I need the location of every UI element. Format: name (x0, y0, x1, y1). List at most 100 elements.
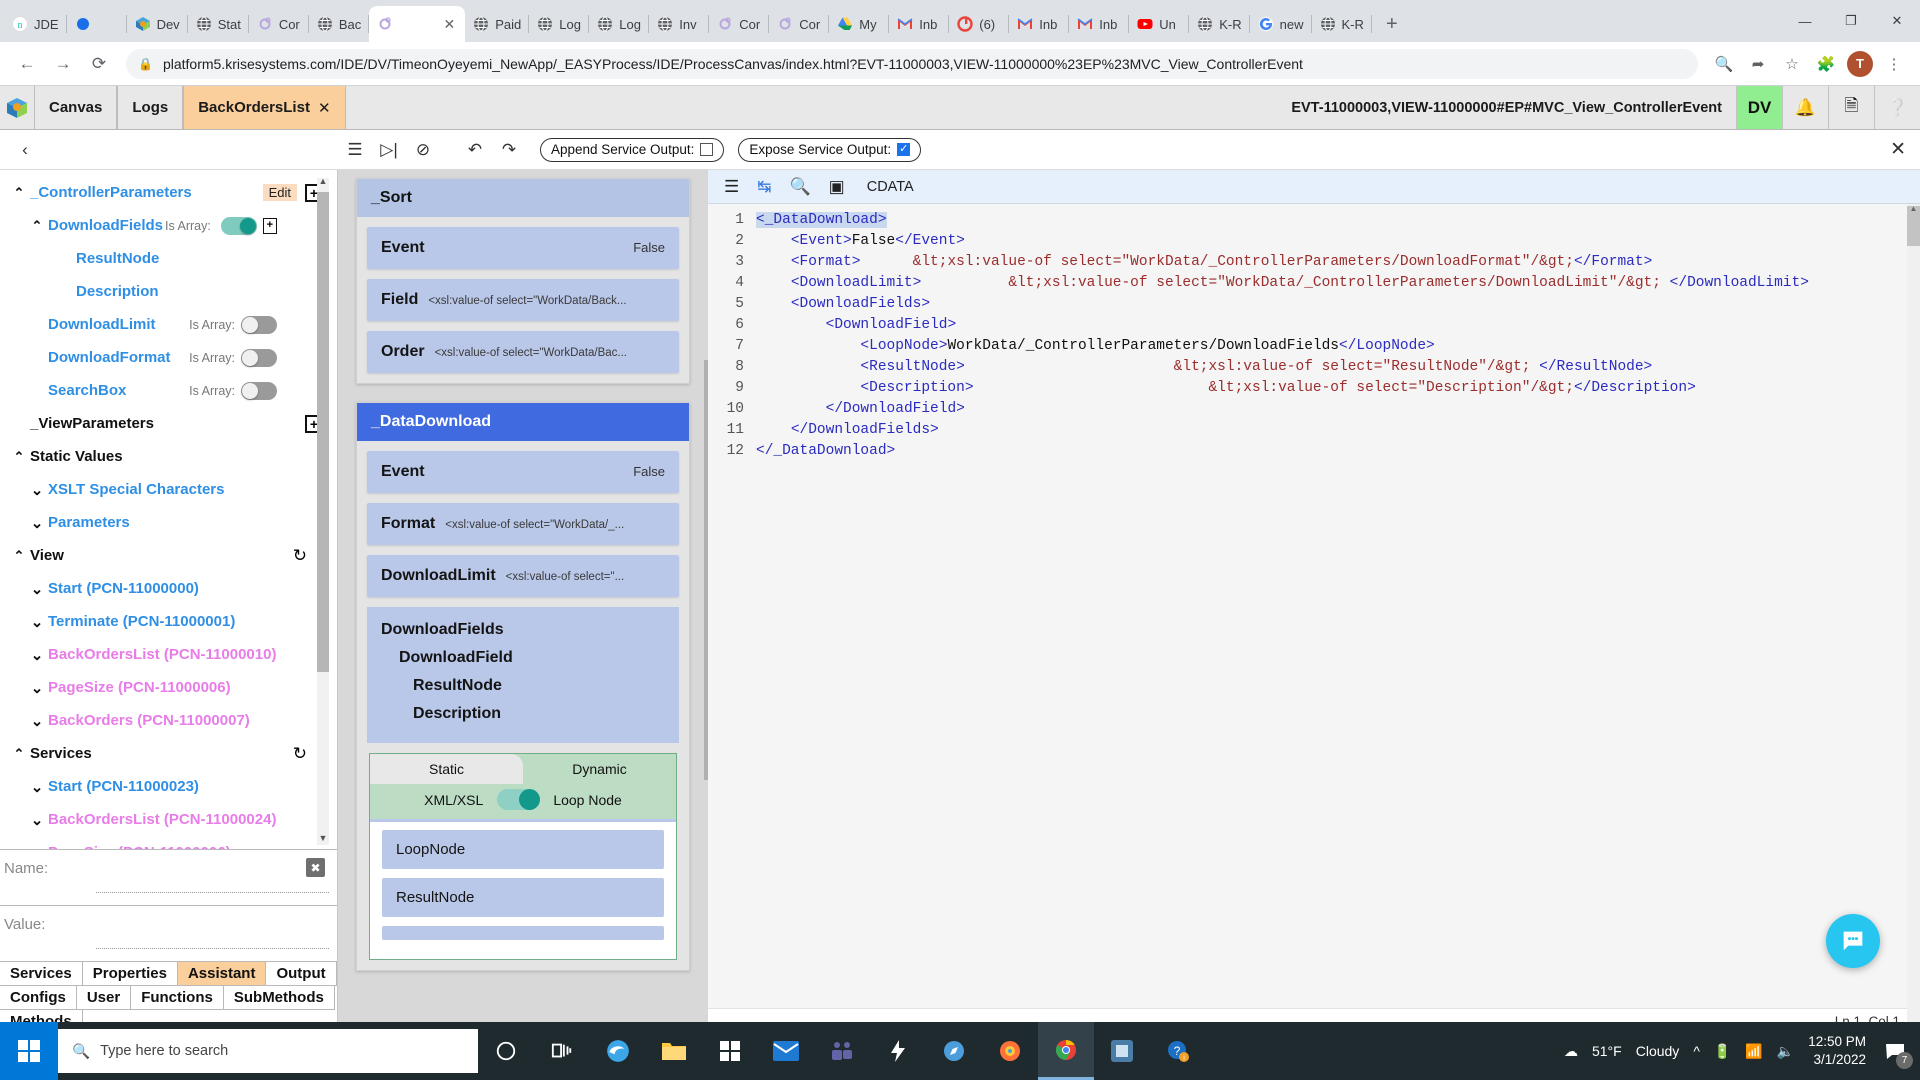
code-line[interactable]: 4 <DownloadLimit> &lt;xsl:value-of selec… (708, 273, 1920, 294)
close-icon[interactable]: ✕ (441, 16, 457, 33)
chevron-up-icon[interactable]: ⌃ (8, 185, 30, 201)
chevron-down-icon[interactable]: ⌄ (26, 778, 48, 796)
reload-icon[interactable]: ⟳ (84, 49, 114, 79)
dynamic-item-partial[interactable] (382, 926, 664, 940)
redo-icon[interactable]: ↷ (492, 133, 526, 167)
app-tab-canvas[interactable]: Canvas (34, 86, 118, 129)
code-area[interactable]: 1 <_DataDownload> 2 <Event>False</Event> 3 … (708, 204, 1920, 1008)
firefox-icon[interactable] (982, 1022, 1038, 1080)
refresh-icon[interactable]: ↻ (293, 744, 307, 764)
bottom-tab-assistant[interactable]: Assistant (177, 962, 267, 986)
tree-node[interactable]: ⌄ XSLT Special Characters (4, 473, 337, 506)
close-icon[interactable]: ✕ (318, 99, 331, 117)
maximize-button[interactable]: ❐ (1828, 0, 1874, 42)
add-icon[interactable]: + (262, 217, 277, 234)
browser-tab[interactable]: Dev (127, 6, 188, 42)
battery-icon[interactable]: 🔋 (1714, 1043, 1731, 1060)
card-title[interactable]: _DataDownload (357, 403, 689, 441)
log-icon[interactable]: 🗎 (1828, 86, 1874, 129)
mail-icon[interactable] (758, 1022, 814, 1080)
card-field-row[interactable]: Event False (367, 227, 679, 269)
chevron-down-icon[interactable]: ⌄ (26, 646, 48, 664)
code-line[interactable]: 5 <DownloadFields> (708, 294, 1920, 315)
dynamic-item[interactable]: ResultNode (382, 878, 664, 917)
card-field-row[interactable]: Format <xsl:value-of select="WorkData/_..… (367, 503, 679, 545)
wrap-lines-icon[interactable]: ↹ (757, 177, 771, 197)
tab-dynamic[interactable]: Dynamic (523, 754, 676, 784)
forward-icon[interactable]: → (48, 49, 78, 79)
editor-scrollbar[interactable]: ▲ ▼ (1907, 204, 1920, 1034)
back-icon[interactable]: ← (12, 49, 42, 79)
new-tab-button[interactable]: + (1378, 10, 1406, 38)
tree-node[interactable]: ⌄PageSize (PCN-11000006) (4, 836, 337, 849)
scroll-up-icon[interactable]: ▲ (317, 176, 329, 190)
edit-list-icon[interactable]: ☰ (338, 133, 372, 167)
browser-tab[interactable]: K-R (1189, 6, 1250, 42)
bottom-tab-submethods[interactable]: SubMethods (223, 986, 335, 1010)
tree-node[interactable]: ⌄ BackOrdersList (PCN-11000024) (4, 803, 337, 836)
code-line[interactable]: 1 <_DataDownload> (708, 210, 1920, 231)
bell-icon[interactable]: 🔔 (1782, 86, 1828, 129)
tree-node[interactable]: ⌄ Start (PCN-11000023) (4, 770, 337, 803)
tree-node[interactable]: ⌃ View ↻ (4, 539, 337, 572)
tree-node[interactable]: ⌃ DownloadFields Is Array: + (4, 209, 337, 242)
weather-icon[interactable]: ☁ (1564, 1043, 1578, 1060)
chevron-up-icon[interactable]: ⌃ (8, 449, 30, 465)
value-input[interactable] (96, 948, 329, 949)
url-input[interactable]: 🔒 platform5.krisesystems.com/IDE/DV/Time… (126, 48, 1698, 79)
help-icon[interactable]: ? i (1150, 1022, 1206, 1080)
tab-static[interactable]: Static (370, 754, 523, 784)
is-array-toggle[interactable] (241, 381, 277, 400)
browser-tab[interactable]: Inb (889, 6, 950, 42)
chevron-down-icon[interactable]: ⌄ (26, 580, 48, 598)
browser-tab[interactable]: Paid (465, 6, 530, 42)
bottom-tab-user[interactable]: User (76, 986, 132, 1010)
is-array-toggle[interactable] (220, 216, 257, 235)
tree-node[interactable]: ⌃ _ControllerParameters Edit + (4, 176, 337, 209)
taskbar-clock[interactable]: 12:50 PM 3/1/2022 (1808, 1033, 1866, 1069)
browser-tab[interactable]: (6) (949, 6, 1010, 42)
tree-node[interactable]: Description (4, 275, 337, 308)
browser-tab[interactable]: K-R (1312, 6, 1372, 42)
bottom-tab-output[interactable]: Output (266, 962, 337, 986)
env-badge[interactable]: DV (1736, 86, 1782, 129)
tree-node[interactable]: SearchBox Is Array: (4, 374, 337, 407)
download-fields-block[interactable]: DownloadFields DownloadField ResultNode Des… (367, 607, 679, 743)
close-panel-icon[interactable]: ✕ (1890, 138, 1906, 161)
code-line[interactable]: 2 <Event>False</Event> (708, 231, 1920, 252)
bottom-tab-functions[interactable]: Functions (131, 986, 224, 1010)
bottom-tab-configs[interactable]: Configs (0, 986, 77, 1010)
block-icon[interactable]: ⊘ (406, 133, 440, 167)
tree-node[interactable]: DownloadLimit Is Array: (4, 308, 337, 341)
teams-icon[interactable] (814, 1022, 870, 1080)
append-service-output-checkbox[interactable] (700, 143, 714, 156)
volume-icon[interactable]: 🔈 (1777, 1043, 1794, 1060)
search-icon[interactable]: 🔍 (790, 177, 811, 197)
chevron-up-icon[interactable]: ⌃ (8, 746, 30, 762)
collapse-left-icon[interactable]: ‹ (8, 133, 42, 167)
chevron-down-icon[interactable]: ⌄ (26, 514, 48, 532)
browser-tab[interactable]: Un (1129, 6, 1190, 42)
browser-tab[interactable] (67, 6, 127, 42)
taskbar-search-input[interactable]: 🔍 Type here to search (58, 1029, 478, 1073)
cdata-label[interactable]: CDATA (867, 179, 914, 195)
browser-tab[interactable]: Inb (1069, 6, 1130, 42)
tree-node[interactable]: ResultNode (4, 242, 337, 275)
browser-tab[interactable]: Cor (249, 6, 309, 42)
chevron-up-icon[interactable]: ^ (1693, 1043, 1700, 1059)
tree-node[interactable]: ⌄PageSize (PCN-11000006) (4, 671, 337, 704)
chevron-up-icon[interactable]: ⌃ (8, 548, 30, 564)
dynamic-editor[interactable]: Static Dynamic XML/XSL Loop Node LoopNode Res… (369, 753, 677, 960)
chevron-down-icon[interactable]: ⌄ (26, 811, 48, 829)
panel-icon[interactable]: ▣ (829, 177, 845, 197)
tree-node[interactable]: ⌃ Services ↻ (4, 737, 337, 770)
browser-tab[interactable]: new (1250, 6, 1312, 42)
store-icon[interactable] (702, 1022, 758, 1080)
bookmark-star-icon[interactable]: ☆ (1778, 50, 1806, 78)
canvas-card[interactable]: _Sort Event False Field <xsl:value-of select… (356, 178, 690, 384)
tree-node[interactable]: ⌄ BackOrdersList (PCN-11000010) (4, 638, 337, 671)
scroll-thumb[interactable] (317, 192, 329, 672)
edge-icon[interactable] (590, 1022, 646, 1080)
tree-node[interactable]: ⌃ Static Values (4, 440, 337, 473)
app-icon[interactable] (1094, 1022, 1150, 1080)
